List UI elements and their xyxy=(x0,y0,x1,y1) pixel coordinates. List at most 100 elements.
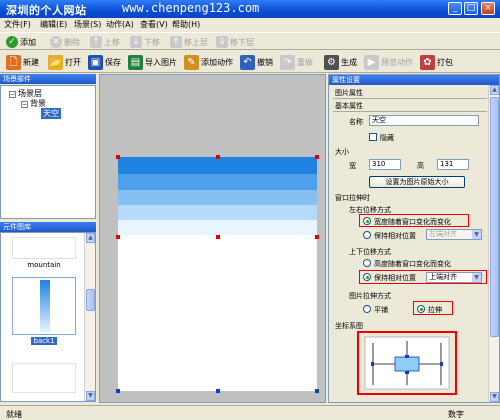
add-action-icon: ✎ xyxy=(184,54,199,70)
collapse-icon[interactable]: − xyxy=(9,91,16,98)
watermark-text: www.chenpeng123.com xyxy=(122,1,260,15)
vertical-option-keep: 保持相对位置 xyxy=(374,274,416,282)
delete-icon: ✕ xyxy=(50,36,62,48)
height-label: 高 xyxy=(417,162,424,170)
image-radio-stretch[interactable] xyxy=(417,305,425,313)
collapse-icon[interactable]: − xyxy=(21,101,28,108)
vertical-option-stretch: 高度随着窗口变化而变化 xyxy=(374,260,451,268)
generate-button[interactable]: ⚙ 生成 xyxy=(324,54,357,70)
size-section-title: 大小 xyxy=(335,148,349,156)
vertical-radio-stretch[interactable] xyxy=(363,259,371,267)
chevron-down-icon[interactable]: ▼ xyxy=(472,273,481,282)
mountain-thumbnail xyxy=(12,237,76,259)
add-action-button[interactable]: ✎ 添加动作 xyxy=(184,54,233,70)
page-handle[interactable] xyxy=(216,389,220,393)
chevron-down-icon[interactable]: ▼ xyxy=(472,230,481,239)
move-down-button[interactable]: ↓ 下移 xyxy=(130,35,160,49)
vertical-align-select[interactable]: 上端对齐 ▼ xyxy=(426,272,482,283)
scroll-thumb[interactable] xyxy=(490,97,499,337)
redo-label: 重做 xyxy=(297,57,313,67)
layer-down-label: 移下层 xyxy=(230,37,254,47)
open-icon: 📂 xyxy=(48,54,63,70)
package-label: 打包 xyxy=(437,57,453,67)
resize-handle[interactable] xyxy=(116,155,120,159)
close-button[interactable]: × xyxy=(481,2,495,15)
menu-edit[interactable]: 编辑(E) xyxy=(40,19,67,30)
library-scrollbar[interactable]: ▲ ▼ xyxy=(84,233,95,401)
resize-handle[interactable] xyxy=(216,235,220,239)
status-numlock: 数字 xyxy=(448,410,464,419)
menu-scene[interactable]: 场景(S) xyxy=(74,19,101,30)
horizontal-align-select[interactable]: 左端对齐 ▼ xyxy=(426,229,482,240)
scroll-up-icon[interactable]: ▲ xyxy=(490,85,499,95)
save-icon: ▣ xyxy=(88,54,103,70)
sky-band-2 xyxy=(118,174,317,190)
lib-item-next[interactable] xyxy=(9,363,79,393)
name-input[interactable]: 天空 xyxy=(369,115,479,126)
menu-action[interactable]: 动作(A) xyxy=(106,19,134,30)
image-radio-tile[interactable] xyxy=(363,305,371,313)
menu-help[interactable]: 帮助(H) xyxy=(172,19,200,30)
coordinate-diagram xyxy=(364,336,450,390)
add-button[interactable]: ✓ 添加 xyxy=(6,35,36,49)
hidden-checkbox[interactable] xyxy=(369,133,377,141)
original-size-button[interactable]: 设置为图片原始大小 xyxy=(369,176,465,188)
horizontal-align-value: 左端对齐 xyxy=(429,230,457,238)
scroll-down-icon[interactable]: ▼ xyxy=(490,392,499,402)
tree-node-sky[interactable]: 天空 xyxy=(41,108,61,119)
element-library[interactable]: mountain back1 ▲ ▼ xyxy=(0,232,96,402)
vertical-radio-keep[interactable] xyxy=(363,273,371,281)
resize-handle[interactable] xyxy=(116,235,120,239)
minimize-button[interactable]: _ xyxy=(448,2,462,15)
horizontal-option-stretch: 宽度随着窗口变化而变化 xyxy=(374,218,451,226)
save-button[interactable]: ▣ 保存 xyxy=(88,54,121,70)
vertical-align-value: 上端对齐 xyxy=(429,273,457,281)
open-button[interactable]: 📂 打开 xyxy=(48,54,81,70)
horizontal-radio-stretch[interactable] xyxy=(363,217,371,225)
scroll-up-icon[interactable]: ▲ xyxy=(86,233,95,243)
resize-handle[interactable] xyxy=(315,235,319,239)
page-handle[interactable] xyxy=(116,389,120,393)
import-image-button[interactable]: ▤ 导入图片 xyxy=(128,54,177,70)
move-up-label: 上移 xyxy=(104,37,120,47)
layer-up-label: 移上层 xyxy=(184,37,208,47)
scene-tree[interactable]: − 场景层 − 背景 天空 xyxy=(0,85,96,219)
resize-handle[interactable] xyxy=(216,155,220,159)
horizontal-radio-keep[interactable] xyxy=(363,231,371,239)
main-toolbar: 🗋 新建 📂 打开 ▣ 保存 ▤ 导入图片 ✎ 添加动作 ↶ 撤销 ↷ 重做 ⚙… xyxy=(0,51,500,73)
scroll-down-icon[interactable]: ▼ xyxy=(86,391,95,401)
maximize-button[interactable]: □ xyxy=(464,2,478,15)
lib-item-back1[interactable]: back1 xyxy=(9,277,79,345)
new-label: 新建 xyxy=(23,57,39,67)
lib-item-mountain[interactable]: mountain xyxy=(9,237,79,269)
properties-scrollbar[interactable]: ▲ ▼ xyxy=(488,85,499,402)
vertical-section-title: 上下位移方式 xyxy=(349,248,391,256)
status-bar: 就绪 数字 xyxy=(0,405,500,420)
layer-up-button[interactable]: ⇑ 移上层 xyxy=(170,35,208,49)
import-image-label: 导入图片 xyxy=(145,57,177,67)
move-up-button[interactable]: ↑ 上移 xyxy=(90,35,120,49)
canvas-area[interactable] xyxy=(99,74,326,403)
height-input[interactable]: 131 xyxy=(437,159,469,170)
layer-down-button[interactable]: ⇓ 移下层 xyxy=(216,35,254,49)
undo-button[interactable]: ↶ 撤销 xyxy=(240,54,273,70)
width-input[interactable]: 310 xyxy=(369,159,401,170)
menu-file[interactable]: 文件(F) xyxy=(4,19,31,30)
window-title: 深圳的个人网站 xyxy=(6,4,87,17)
scroll-thumb[interactable] xyxy=(86,289,95,311)
package-icon: ✿ xyxy=(420,54,435,70)
preview-action-button[interactable]: ▶ 预览动作 xyxy=(364,54,413,70)
new-button[interactable]: 🗋 新建 xyxy=(6,54,39,70)
menu-view[interactable]: 查看(V) xyxy=(140,19,168,30)
scene-canvas[interactable] xyxy=(118,157,317,391)
delete-button[interactable]: ✕ 删除 xyxy=(50,35,80,49)
width-label: 宽 xyxy=(349,162,356,170)
redo-button[interactable]: ↷ 重做 xyxy=(280,54,313,70)
move-down-label: 下移 xyxy=(144,37,160,47)
delete-label: 删除 xyxy=(64,37,80,47)
image-option-tile: 平铺 xyxy=(374,306,388,314)
resize-handle[interactable] xyxy=(315,155,319,159)
package-button[interactable]: ✿ 打包 xyxy=(420,54,453,70)
add-icon: ✓ xyxy=(6,36,18,48)
page-handle[interactable] xyxy=(315,389,319,393)
